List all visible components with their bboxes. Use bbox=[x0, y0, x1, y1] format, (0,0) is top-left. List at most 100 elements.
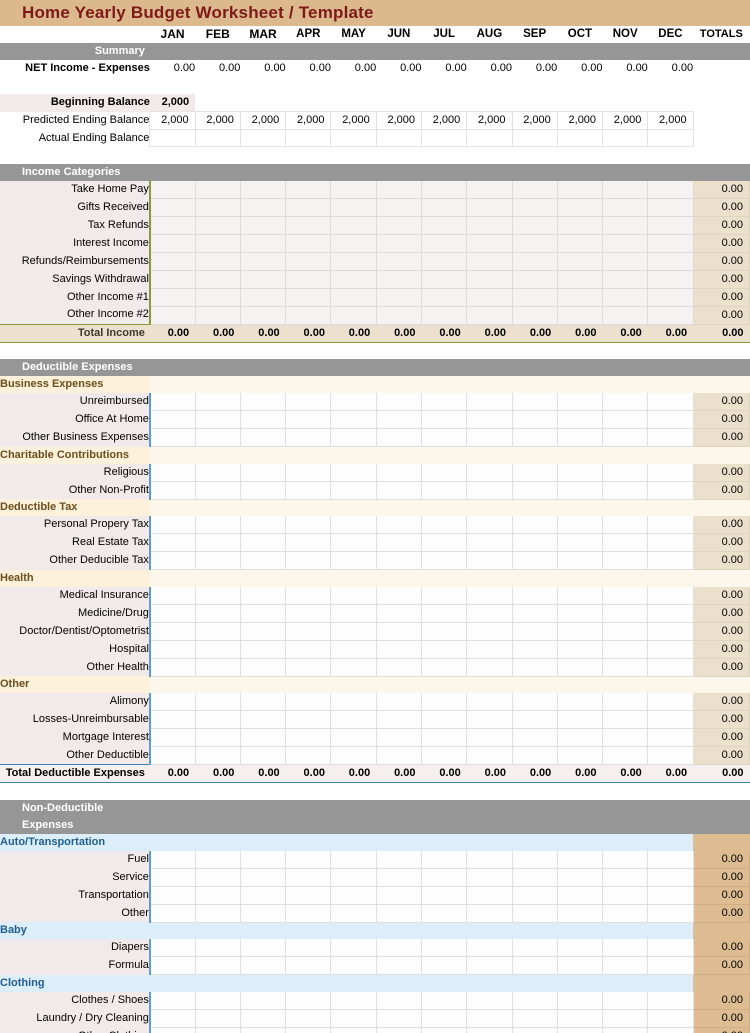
cell-nd-1-1-0[interactable] bbox=[148, 956, 196, 975]
cell-nd-2-1-3[interactable] bbox=[285, 1009, 332, 1028]
cell-net-9[interactable]: 0.00 bbox=[557, 60, 603, 77]
cell-ded-2-1-0[interactable] bbox=[148, 533, 196, 552]
cell-income-5-6[interactable] bbox=[421, 270, 468, 289]
cell-nd-1-0-8[interactable] bbox=[512, 939, 558, 957]
cell-nd-2-1-0[interactable] bbox=[148, 1009, 196, 1028]
cell-income-1-3[interactable] bbox=[285, 198, 332, 217]
cell-ded-2-1-3[interactable] bbox=[285, 533, 332, 552]
cell-income-6-7[interactable] bbox=[466, 288, 513, 307]
cell-income-3-0[interactable] bbox=[148, 234, 196, 253]
cell-ded-2-2-3[interactable] bbox=[285, 551, 332, 570]
cell-ded-3-3-0[interactable] bbox=[148, 640, 196, 659]
cell-nd-0-3-9[interactable] bbox=[557, 904, 604, 923]
cell-ded-2-2-11[interactable] bbox=[647, 551, 694, 570]
cell-income-6-0[interactable] bbox=[148, 288, 196, 307]
cell-blank-11[interactable] bbox=[647, 94, 694, 112]
cell-income-2-4[interactable] bbox=[330, 216, 377, 235]
cell-income-4-6[interactable] bbox=[421, 252, 468, 271]
cell-ded-3-1-1[interactable] bbox=[195, 604, 241, 623]
cell-net-2[interactable]: 0.00 bbox=[240, 60, 286, 77]
cell-ded-4-3-9[interactable] bbox=[557, 746, 604, 765]
cell-income-4-3[interactable] bbox=[285, 252, 332, 271]
cell-income-2-0[interactable] bbox=[148, 216, 196, 235]
cell-income-7-10[interactable] bbox=[602, 306, 649, 325]
cell-income-4-7[interactable] bbox=[466, 252, 513, 271]
cell-blank-5[interactable] bbox=[376, 94, 422, 112]
cell-ded-3-2-2[interactable] bbox=[240, 622, 287, 641]
cell-ded-3-1-9[interactable] bbox=[557, 604, 604, 623]
cell-income-3-4[interactable] bbox=[330, 234, 377, 253]
cell-income-1-1[interactable] bbox=[195, 198, 241, 217]
cell-nd-1-0-0[interactable] bbox=[148, 939, 196, 957]
cell-net-6[interactable]: 0.00 bbox=[421, 60, 467, 77]
cell-nd-1-0-4[interactable] bbox=[330, 939, 377, 957]
cell-ded-3-0-5[interactable] bbox=[376, 586, 422, 605]
cell-ded-3-4-10[interactable] bbox=[602, 658, 649, 677]
cell-income-0-5[interactable] bbox=[376, 180, 422, 199]
cell-ded-0-0-1[interactable] bbox=[195, 393, 241, 411]
cell-actual-7[interactable] bbox=[466, 129, 513, 147]
cell-ded-2-0-8[interactable] bbox=[512, 516, 558, 534]
cell-nd-1-0-3[interactable] bbox=[285, 939, 332, 957]
cell-ded-3-1-2[interactable] bbox=[240, 604, 287, 623]
cell-ded-3-0-4[interactable] bbox=[330, 586, 377, 605]
cell-income-4-1[interactable] bbox=[195, 252, 241, 271]
cell-nd-1-1-5[interactable] bbox=[376, 956, 422, 975]
cell-nd-0-1-4[interactable] bbox=[330, 868, 377, 887]
cell-ded-4-0-3[interactable] bbox=[285, 693, 332, 711]
cell-ded-3-2-9[interactable] bbox=[557, 622, 604, 641]
cell-actual-2[interactable] bbox=[239, 129, 287, 147]
cell-predicted-6[interactable]: 2,000 bbox=[420, 111, 468, 130]
cell-income-7-3[interactable] bbox=[285, 306, 332, 325]
cell-ded-2-1-9[interactable] bbox=[557, 533, 604, 552]
cell-ded-2-0-9[interactable] bbox=[557, 516, 604, 534]
cell-ded-3-4-7[interactable] bbox=[466, 658, 513, 677]
cell-income-1-7[interactable] bbox=[466, 198, 513, 217]
cell-ded-3-1-10[interactable] bbox=[602, 604, 649, 623]
cell-nd-2-0-8[interactable] bbox=[512, 991, 558, 1010]
cell-ded-3-2-11[interactable] bbox=[647, 622, 694, 641]
cell-ded-0-0-0[interactable] bbox=[148, 393, 196, 411]
cell-income-5-11[interactable] bbox=[647, 270, 694, 289]
cell-nd-2-1-11[interactable] bbox=[647, 1009, 694, 1028]
cell-ded-4-3-4[interactable] bbox=[330, 746, 377, 765]
cell-ded-3-1-8[interactable] bbox=[512, 604, 558, 623]
cell-nd-0-3-10[interactable] bbox=[602, 904, 649, 923]
cell-nd-2-0-7[interactable] bbox=[466, 991, 513, 1010]
cell-income-3-7[interactable] bbox=[466, 234, 513, 253]
cell-nd-2-2-3[interactable] bbox=[285, 1027, 332, 1033]
cell-nd-2-1-8[interactable] bbox=[512, 1009, 558, 1028]
cell-ded-4-2-5[interactable] bbox=[376, 728, 422, 747]
cell-income-3-9[interactable] bbox=[557, 234, 604, 253]
cell-income-5-10[interactable] bbox=[602, 270, 649, 289]
cell-blank-6[interactable] bbox=[421, 94, 467, 112]
cell-ded-0-1-2[interactable] bbox=[240, 410, 287, 429]
cell-income-3-6[interactable] bbox=[421, 234, 468, 253]
cell-ded-2-1-11[interactable] bbox=[647, 533, 694, 552]
cell-nd-0-0-7[interactable] bbox=[466, 850, 513, 869]
cell-ded-2-2-4[interactable] bbox=[330, 551, 377, 570]
cell-ded-3-3-8[interactable] bbox=[512, 640, 558, 659]
cell-income-2-5[interactable] bbox=[376, 216, 422, 235]
cell-ded-2-0-7[interactable] bbox=[466, 516, 513, 534]
cell-ded-3-3-5[interactable] bbox=[376, 640, 422, 659]
cell-ded-2-1-8[interactable] bbox=[512, 533, 558, 552]
cell-ded-3-4-3[interactable] bbox=[285, 658, 332, 677]
cell-net-11[interactable]: 0.00 bbox=[647, 60, 694, 77]
cell-ded-2-2-7[interactable] bbox=[466, 551, 513, 570]
cell-ded-1-0-0[interactable] bbox=[148, 463, 196, 482]
cell-nd-2-2-9[interactable] bbox=[557, 1027, 604, 1033]
cell-ded-1-0-9[interactable] bbox=[557, 463, 604, 482]
cell-ded-4-0-1[interactable] bbox=[195, 693, 241, 711]
cell-ded-4-1-9[interactable] bbox=[557, 710, 604, 729]
cell-income-5-3[interactable] bbox=[285, 270, 332, 289]
cell-ded-3-0-8[interactable] bbox=[512, 586, 558, 605]
cell-ded-0-1-10[interactable] bbox=[602, 410, 649, 429]
cell-ded-3-0-1[interactable] bbox=[195, 586, 241, 605]
cell-nd-2-1-10[interactable] bbox=[602, 1009, 649, 1028]
cell-ded-0-0-2[interactable] bbox=[240, 393, 287, 411]
cell-ded-0-2-8[interactable] bbox=[512, 428, 558, 447]
cell-actual-0[interactable] bbox=[149, 129, 196, 147]
cell-nd-0-0-10[interactable] bbox=[602, 850, 649, 869]
cell-actual-6[interactable] bbox=[420, 129, 468, 147]
